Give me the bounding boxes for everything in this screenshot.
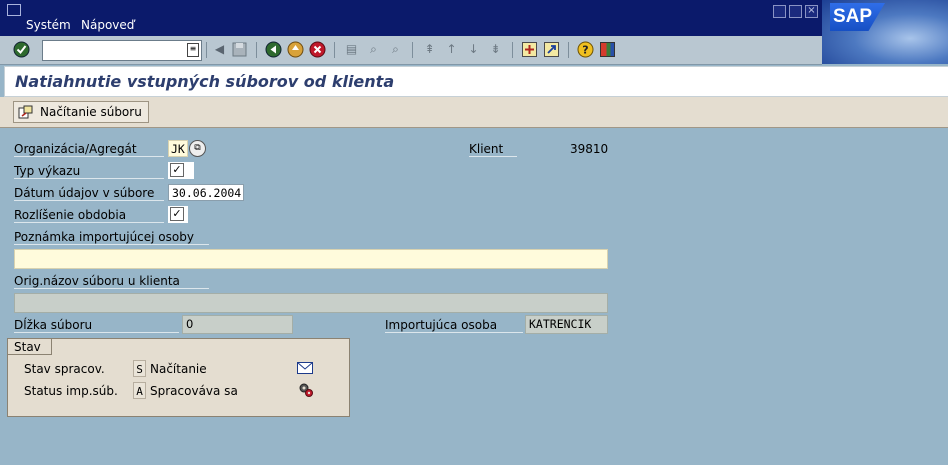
import-status-label: Status imp.súb. (24, 384, 118, 398)
sap-logo: SAP (830, 3, 885, 31)
import-status-code: A (133, 382, 146, 399)
note-input[interactable] (14, 249, 608, 269)
command-field[interactable]: ≡ (42, 40, 202, 61)
importer-label: Importujúca osoba (385, 318, 523, 333)
status-group-title: Stav (8, 339, 52, 355)
close-window-icon[interactable]: × (805, 5, 818, 18)
find-next-icon[interactable]: ⌕ (387, 41, 404, 58)
importer-field: KATRENCIK (525, 315, 608, 334)
note-label: Poznámka importujúcej osoby (14, 230, 209, 245)
save-icon[interactable] (231, 41, 248, 58)
menu-bar: Systém Nápoveď × (0, 0, 948, 36)
shortcut-icon[interactable] (543, 41, 560, 58)
load-file-button[interactable]: Načítanie súboru (13, 101, 149, 123)
value-help-icon[interactable]: ⧉ (189, 140, 206, 157)
processing-text: Načítanie (150, 362, 207, 376)
period-checkbox[interactable]: ✓ (170, 207, 184, 221)
gears-icon (298, 382, 314, 401)
layout-icon[interactable] (599, 41, 616, 58)
exit-icon[interactable] (287, 41, 304, 58)
new-session-icon[interactable] (521, 41, 538, 58)
standard-toolbar: ≡ ◀ ▤ ⌕ ⌕ ⇞ ↑ ↓ ⇟ ? (0, 36, 822, 65)
menu-help[interactable]: Nápoveď (81, 18, 134, 32)
date-input[interactable]: 30.06.2004 (168, 184, 244, 201)
period-label: Rozlíšenie obdobia (14, 208, 164, 223)
report-type-label: Typ výkazu (14, 164, 164, 179)
next-page-icon[interactable]: ↓ (465, 41, 482, 58)
processing-label: Stav spracov. (24, 362, 105, 376)
org-input[interactable]: JK (168, 140, 188, 157)
length-field: 0 (182, 315, 293, 334)
sap-brand-area: SAP (822, 0, 948, 64)
date-label: Dátum údajov v súbore (14, 186, 164, 201)
orig-name-label: Orig.názov súboru u klienta (14, 274, 209, 289)
previous-page-icon[interactable]: ↑ (443, 41, 460, 58)
maximize-icon[interactable] (789, 5, 802, 18)
title-bar: Natiahnutie vstupných súborov od klienta (4, 66, 948, 97)
status-group: Stav Stav spracov. S Načítanie Status im… (7, 338, 350, 417)
page-title: Natiahnutie vstupných súborov od klienta (15, 72, 395, 91)
load-file-label: Načítanie súboru (40, 105, 142, 119)
print-icon[interactable]: ▤ (343, 41, 360, 58)
menu-system[interactable]: Systém (26, 18, 71, 32)
enter-icon[interactable] (13, 41, 30, 58)
window-menu-icon[interactable] (7, 4, 21, 16)
orig-name-field (14, 293, 608, 313)
org-label: Organizácia/Agregát (14, 142, 164, 157)
left-arrow-icon[interactable]: ◀ (211, 41, 228, 58)
processing-code: S (133, 360, 146, 377)
last-page-icon[interactable]: ⇟ (487, 41, 504, 58)
cancel-icon[interactable] (309, 41, 326, 58)
minimize-icon[interactable] (773, 5, 786, 18)
first-page-icon[interactable]: ⇞ (421, 41, 438, 58)
length-label: Dĺžka súboru (14, 318, 179, 333)
report-type-checkbox[interactable]: ✓ (170, 163, 184, 177)
import-status-text: Spracováva sa (150, 384, 238, 398)
find-icon[interactable]: ⌕ (365, 41, 382, 58)
application-toolbar: Načítanie súboru (0, 97, 948, 128)
envelope-icon (297, 362, 313, 377)
back-icon[interactable] (265, 41, 282, 58)
help-icon[interactable]: ? (577, 41, 594, 58)
svg-text:?: ? (582, 44, 588, 57)
load-file-icon (18, 105, 34, 119)
command-history-icon[interactable]: ≡ (187, 43, 199, 57)
client-value: 39810 (570, 142, 609, 156)
client-label: Klient (469, 142, 517, 157)
